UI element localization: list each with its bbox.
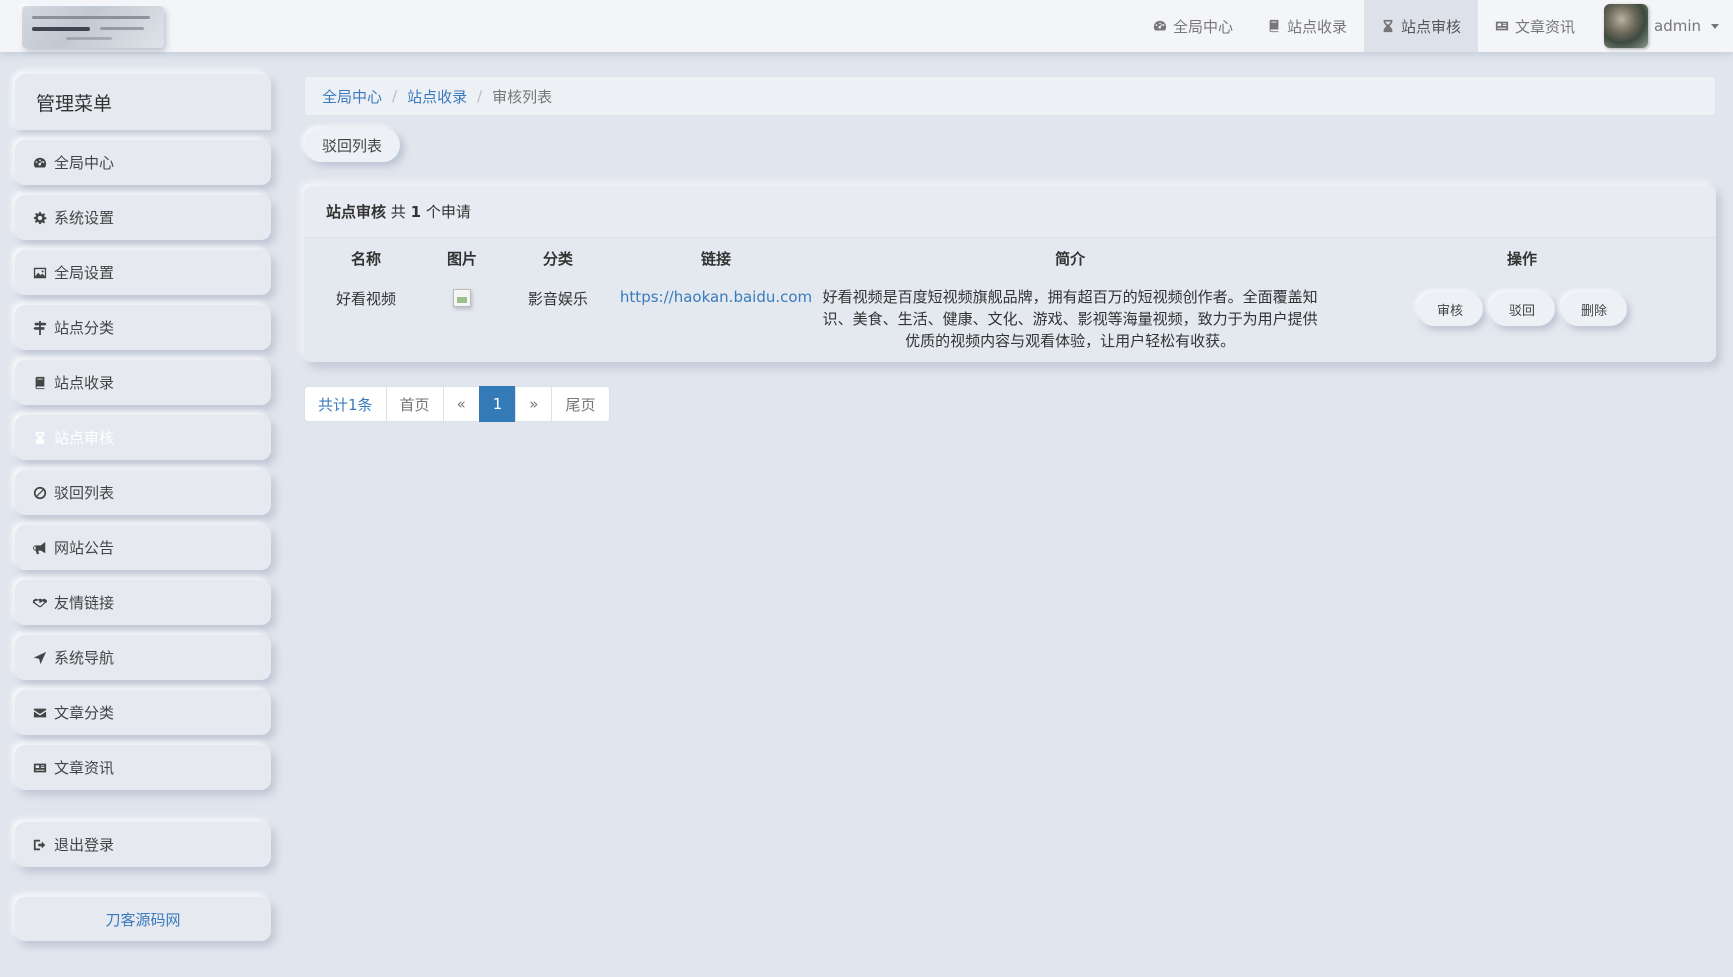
pagination-total: 共计1条 [304, 386, 387, 422]
sidebar-item-dashboard[interactable]: 全局中心 [15, 140, 271, 185]
count-suffix: 个申请 [425, 203, 471, 221]
breadcrumb: 全局中心 / 站点收录 / 审核列表 [304, 76, 1716, 116]
sidebar-title: 管理菜单 [15, 74, 271, 130]
breadcrumb-parent[interactable]: 站点收录 [407, 86, 467, 107]
sidebar: 管理菜单 全局中心 系统设置 全局设置 站点分类 站点收录 站点审核 驳回列表 … [15, 74, 271, 941]
sidebar-item-reject-list[interactable]: 驳回列表 [15, 470, 271, 515]
username: admin [1654, 17, 1701, 35]
sidebar-item-label: 友情链接 [54, 594, 115, 612]
bullhorn-icon [33, 541, 46, 554]
book-icon [1269, 19, 1279, 33]
sidebar-item-site-review[interactable]: 站点审核 [15, 415, 271, 460]
sidebar-item-label: 全局设置 [54, 264, 115, 282]
sidebar-item-label: 站点审核 [54, 429, 115, 447]
avatar [1604, 4, 1648, 48]
breadcrumb-current: 审核列表 [492, 87, 553, 106]
nav-item-label: 文章资讯 [1514, 17, 1575, 36]
column-header-name: 名称 [350, 249, 381, 268]
top-navbar: 全局中心 站点收录 站点审核 文章资讯 admin [0, 0, 1733, 52]
breadcrumb-separator: / [392, 87, 398, 105]
dashboard-icon [33, 157, 47, 167]
table-header-row: 名称 图片 分类 链接 简介 操作 [304, 238, 1716, 278]
user-menu[interactable]: admin [1592, 0, 1733, 52]
gear-icon [33, 211, 47, 224]
site-logo[interactable] [22, 6, 164, 48]
sidebar-item-site-collect[interactable]: 站点收录 [15, 360, 271, 405]
nav-item-label: 站点审核 [1400, 17, 1461, 36]
logout-button[interactable]: 退出登录 [15, 822, 271, 867]
sidebar-item-label: 文章分类 [54, 704, 115, 722]
sidebar-item-site-category[interactable]: 站点分类 [15, 305, 271, 350]
sidebar-item-label: 站点分类 [54, 319, 115, 337]
sidebar-item-announcement[interactable]: 网站公告 [15, 525, 271, 570]
nav-item-dashboard[interactable]: 全局中心 [1136, 0, 1250, 52]
newspaper-icon [1495, 21, 1509, 31]
book-icon [35, 376, 45, 389]
image-icon [33, 267, 47, 278]
column-header-image: 图片 [446, 249, 477, 268]
review-table: 名称 图片 分类 链接 简介 操作 好看视频 影音娱乐 https://haok… [304, 238, 1716, 352]
pagination-current-page[interactable]: 1 [478, 386, 517, 422]
broken-image-icon [452, 289, 471, 307]
application-count: 1 [410, 202, 422, 221]
sidebar-item-label: 网站公告 [54, 539, 115, 557]
envelope-icon [33, 708, 47, 717]
handshake-icon [33, 598, 47, 607]
nav-item-label: 全局中心 [1172, 17, 1233, 36]
sidebar-item-article-category[interactable]: 文章分类 [15, 690, 271, 735]
newspaper-icon [33, 763, 47, 772]
nav-item-site-review[interactable]: 站点审核 [1363, 0, 1478, 52]
sign-out-icon [33, 839, 46, 850]
breadcrumb-home[interactable]: 全局中心 [322, 86, 382, 107]
dashboard-icon [1153, 20, 1167, 31]
reject-button[interactable]: 驳回 [1489, 292, 1556, 326]
sidebar-item-friend-links[interactable]: 友情链接 [15, 580, 271, 625]
sidebar-item-label: 站点收录 [54, 374, 115, 392]
review-panel: 站点审核 共 1 个申请 名称 图片 分类 链接 简介 操作 好看视频 影音娱乐… [304, 186, 1716, 362]
sidebar-item-articles[interactable]: 文章资讯 [15, 745, 271, 790]
pagination: 共计1条 首页 « 1 » 尾页 [304, 386, 610, 422]
sidebar-item-label: 系统设置 [54, 209, 115, 227]
panel-title: 站点审核 [326, 203, 387, 221]
top-nav-menu: 全局中心 站点收录 站点审核 文章资讯 admin [1136, 0, 1733, 52]
sidebar-item-label: 系统导航 [54, 649, 115, 667]
count-prefix: 共 [390, 203, 406, 221]
site-intro: 好看视频是百度短视频旗舰品牌，拥有超百万的短视频创作者。全面覆盖知识、美食、生活… [822, 288, 1318, 350]
pagination-first[interactable]: 首页 [385, 386, 444, 422]
site-name: 好看视频 [335, 290, 396, 308]
nav-item-articles[interactable]: 文章资讯 [1478, 0, 1592, 52]
table-row: 好看视频 影音娱乐 https://haokan.baidu.com 好看视频是… [304, 278, 1716, 352]
site-link[interactable]: https://haokan.baidu.com [620, 288, 812, 306]
column-header-link: 链接 [701, 249, 732, 268]
hourglass-icon [1383, 19, 1393, 33]
sidebar-item-label: 全局中心 [54, 154, 115, 172]
pagination-last[interactable]: 尾页 [551, 386, 610, 422]
logout-label: 退出登录 [54, 836, 115, 854]
ban-icon [33, 486, 47, 499]
signpost-icon [33, 320, 47, 335]
sidebar-item-label: 驳回列表 [54, 484, 115, 502]
delete-button[interactable]: 删除 [1561, 292, 1628, 326]
sidebar-item-system-settings[interactable]: 系统设置 [15, 195, 271, 240]
nav-item-label: 站点收录 [1286, 17, 1347, 36]
sidebar-item-label: 文章资讯 [54, 759, 115, 777]
sidebar-item-global-settings[interactable]: 全局设置 [15, 250, 271, 295]
hourglass-icon [35, 431, 45, 444]
pagination-next[interactable]: » [515, 386, 553, 422]
nav-item-site-collect[interactable]: 站点收录 [1250, 0, 1364, 52]
footer-link[interactable]: 刀客源码网 [15, 897, 271, 941]
column-header-intro: 简介 [1055, 249, 1086, 268]
pagination-prev[interactable]: « [442, 386, 480, 422]
column-header-actions: 操作 [1507, 249, 1538, 268]
site-category: 影音娱乐 [527, 290, 588, 308]
location-arrow-icon [33, 651, 47, 664]
breadcrumb-separator: / [477, 87, 483, 105]
chevron-down-icon [1711, 23, 1719, 29]
column-header-category: 分类 [542, 249, 573, 268]
sidebar-item-system-nav[interactable]: 系统导航 [15, 635, 271, 680]
approve-button[interactable]: 审核 [1417, 292, 1484, 326]
reject-list-button[interactable]: 驳回列表 [304, 128, 401, 162]
row-actions: 审核 驳回 删除 [1328, 288, 1716, 326]
panel-heading: 站点审核 共 1 个申请 [304, 186, 1716, 238]
